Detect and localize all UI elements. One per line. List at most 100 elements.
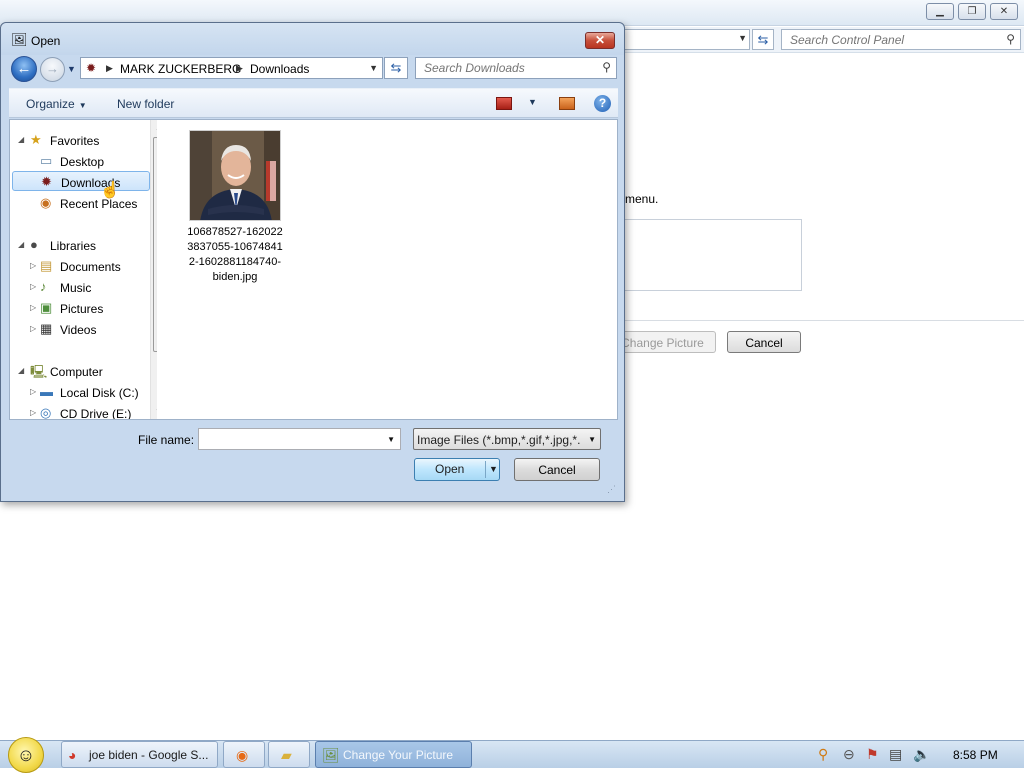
preview-pane-icon[interactable] [559, 97, 575, 110]
close-window-button[interactable]: ✕ [990, 3, 1018, 20]
breadcrumb-user[interactable]: MARK ZUCKERBERG [120, 62, 241, 76]
expand-arrow-icon[interactable]: ▷ [30, 387, 36, 396]
nav-videos[interactable]: ▷ ▦ Videos [10, 319, 149, 339]
dialog-toolbar: Organize ▼ New folder ▼ ? [9, 88, 618, 118]
dialog-navigation-bar: ← → ▼ ✹ ▶ MARK ZUCKERBERG ▶ Downloads ▼ … [1, 55, 624, 85]
change-view-icon[interactable] [496, 97, 512, 110]
scrollbar-thumb[interactable]: ≡ [153, 137, 157, 352]
nav-documents[interactable]: ▷ ▤ Documents [10, 256, 149, 276]
navigation-scrollbar[interactable]: ▲ ≡ ▼ [150, 120, 157, 419]
refresh-icon[interactable]: ⇆ [384, 57, 408, 79]
cd-drive-icon: ◎ [40, 405, 52, 419]
breadcrumb-downloads[interactable]: Downloads [250, 62, 309, 76]
organize-label: Organize [26, 97, 75, 111]
taskbar-item-firefox[interactable]: ◉ [223, 741, 265, 768]
documents-icon: ▤ [40, 258, 53, 273]
minimize-button[interactable]: ▁ [926, 3, 954, 20]
history-dropdown-icon[interactable]: ▼ [67, 64, 76, 74]
portrait-photo-icon [190, 131, 280, 220]
network-icon[interactable]: ▤ [889, 746, 902, 763]
nav-music[interactable]: ▷ ♪ Music [10, 277, 149, 297]
search-icon[interactable]: ⚲ [602, 60, 611, 74]
file-name-field[interactable]: ▼ [198, 428, 401, 450]
picture-selection-box [610, 219, 802, 291]
status-tray-icon[interactable]: ⊖ [843, 746, 855, 763]
control-panel-search-input[interactable] [782, 30, 982, 49]
search-icon[interactable]: ⚲ [1006, 32, 1015, 46]
nav-local-disk[interactable]: ▷ ▬ Local Disk (C:) [10, 382, 149, 402]
nav-favorites[interactable]: ◢ ★ Favorites [10, 130, 149, 150]
dialog-close-button[interactable]: ✕ [585, 32, 615, 49]
nav-recent-places[interactable]: ◉ Recent Places [10, 193, 149, 213]
taskbar: ☺ ◕ joe biden - Google S... ◉ ▰ 🖼 Change… [0, 737, 1024, 773]
file-name-dropdown-icon[interactable]: ▼ [387, 435, 395, 444]
downloads-search-box[interactable]: ⚲ [415, 57, 617, 79]
chrome-icon: ◕ [68, 747, 77, 763]
recent-places-icon: ◉ [40, 195, 52, 210]
resize-grip-icon[interactable]: ⋰ [607, 484, 616, 495]
collapse-arrow-icon[interactable]: ◢ [18, 135, 24, 144]
change-picture-button[interactable]: Change Picture [610, 331, 716, 353]
mouse-cursor-icon: ☝ [100, 182, 120, 199]
file-name-input[interactable] [199, 429, 379, 449]
nav-pictures[interactable]: ▷ ▣ Pictures [10, 298, 149, 318]
file-type-dropdown-icon[interactable]: ▼ [588, 435, 596, 444]
expand-arrow-icon[interactable]: ▷ [30, 261, 36, 270]
open-button[interactable]: Open ▼ [414, 458, 500, 481]
refresh-icon[interactable]: ⇆ [752, 29, 774, 50]
expand-arrow-icon[interactable]: ▷ [30, 282, 36, 291]
expand-arrow-icon[interactable]: ▷ [30, 324, 36, 333]
clock[interactable]: 8:58 PM [953, 748, 998, 762]
control-panel-search-box[interactable]: ⚲ [781, 29, 1021, 50]
taskbar-item-explorer[interactable]: ▰ [268, 741, 310, 768]
expand-arrow-icon[interactable]: ▷ [30, 303, 36, 312]
nav-cd-drive[interactable]: ▷ ◎ CD Drive (E:) [10, 403, 149, 419]
file-item[interactable]: 106878527-1620223837055-106748412-160288… [186, 130, 284, 285]
breadcrumb-separator-icon[interactable]: ▶ [236, 63, 243, 74]
downloads-search-input[interactable] [416, 58, 586, 77]
nav-libraries-label: Libraries [50, 239, 97, 253]
control-panel-address-field[interactable]: ▼ [620, 29, 750, 50]
nav-computer[interactable]: ◢ 🖳 Computer [10, 361, 149, 381]
downloads-folder-icon: ✹ [86, 61, 97, 75]
help-icon[interactable]: ? [594, 95, 611, 112]
navigation-pane: ◢ ★ Favorites ▭ Desktop ✹ Downloads ◉ Re… [10, 120, 157, 419]
search-tray-icon[interactable]: ⚲ [818, 746, 828, 763]
organize-button[interactable]: Organize ▼ [26, 97, 87, 111]
background-cancel-button[interactable]: Cancel [727, 331, 801, 353]
portrait-photo-thumbnail[interactable] [189, 130, 281, 221]
smiley-start-icon: ☺ [16, 745, 36, 765]
control-panel-icon: 🖼 [322, 747, 340, 763]
scroll-down-icon[interactable]: ▼ [155, 407, 157, 416]
new-folder-button[interactable]: New folder [117, 97, 174, 111]
volume-icon[interactable]: 🔈 [913, 746, 930, 763]
open-button-label: Open [435, 462, 465, 476]
taskbar-item-chrome[interactable]: ◕ joe biden - Google S... [61, 741, 218, 768]
nav-desktop-label: Desktop [60, 155, 105, 169]
dialog-titlebar[interactable]: 🖼 Open ✕ [1, 23, 624, 55]
taskbar-item-change-your-picture[interactable]: 🖼 Change Your Picture [315, 741, 472, 768]
forward-arrow-icon[interactable]: → [40, 57, 65, 82]
breadcrumb[interactable]: ✹ ▶ MARK ZUCKERBERG ▶ Downloads ▼ [80, 57, 383, 79]
dialog-app-icon: 🖼 [11, 32, 28, 47]
action-center-icon[interactable]: ⚑ [866, 746, 879, 763]
nav-libraries[interactable]: ◢ ● Libraries [10, 235, 149, 255]
back-arrow-icon[interactable]: ← [11, 56, 37, 82]
breadcrumb-dropdown-icon[interactable]: ▼ [369, 63, 378, 73]
nav-desktop[interactable]: ▭ Desktop [10, 151, 149, 171]
nav-downloads[interactable]: ✹ Downloads [12, 171, 150, 191]
view-options-dropdown-icon[interactable]: ▼ [528, 97, 537, 107]
nav-pictures-label: Pictures [60, 302, 104, 316]
address-dropdown-icon[interactable]: ▼ [738, 33, 747, 43]
collapse-arrow-icon[interactable]: ◢ [18, 240, 24, 249]
breadcrumb-separator-icon[interactable]: ▶ [106, 63, 113, 74]
maximize-button[interactable]: ❐ [958, 3, 986, 20]
file-type-select[interactable]: Image Files (*.bmp,*.gif,*.jpg,*. ▼ [413, 428, 601, 450]
cancel-button[interactable]: Cancel [514, 458, 600, 481]
split-divider [485, 461, 486, 478]
open-options-dropdown-icon[interactable]: ▼ [489, 459, 498, 480]
expand-arrow-icon[interactable]: ▷ [30, 408, 36, 417]
pictures-icon: ▣ [40, 300, 53, 315]
collapse-arrow-icon[interactable]: ◢ [18, 366, 24, 375]
scroll-up-icon[interactable]: ▲ [155, 123, 157, 132]
